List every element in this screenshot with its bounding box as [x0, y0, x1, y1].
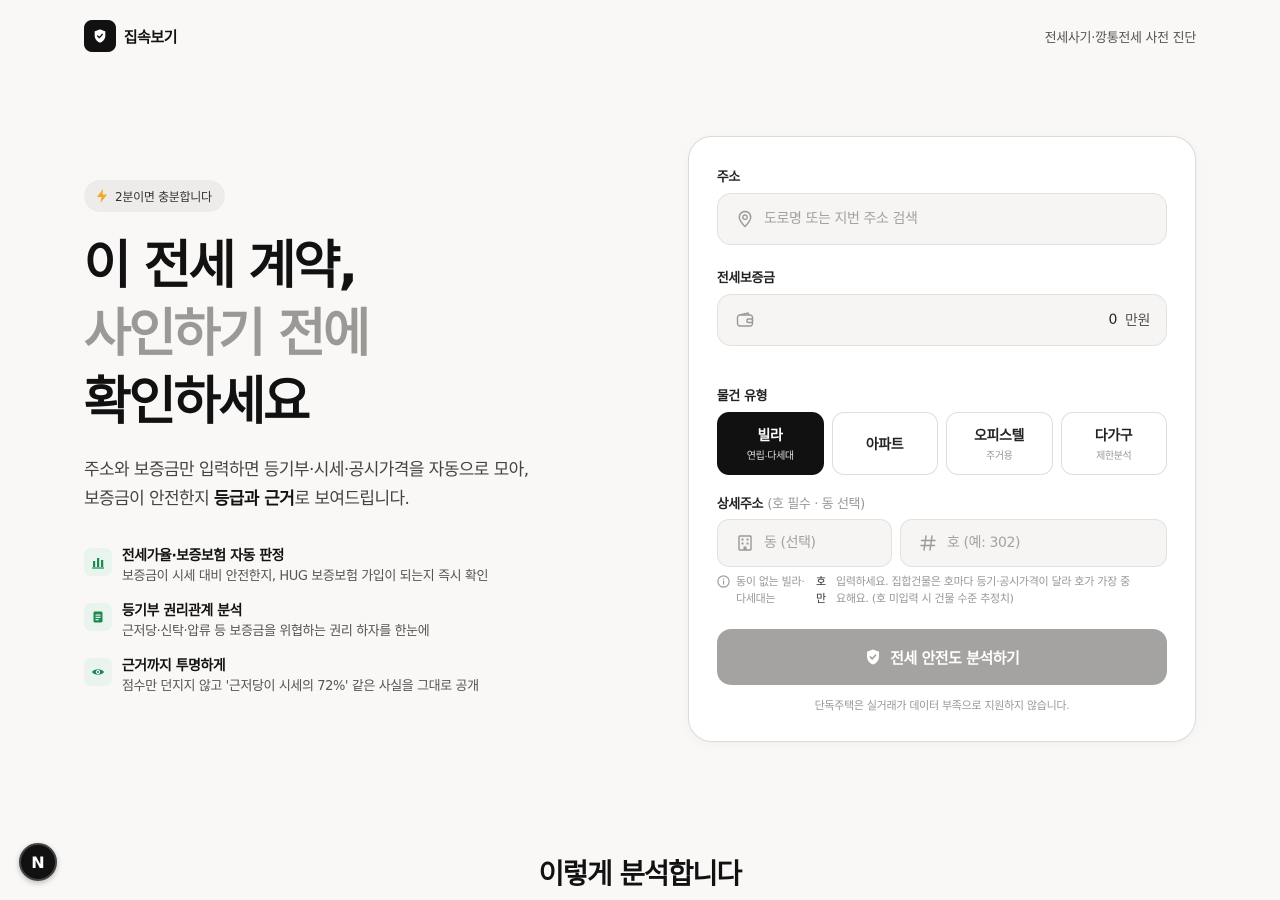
address-label: 주소 [717, 170, 741, 185]
brand[interactable]: 집속보기 [84, 20, 178, 52]
hero-title-line2: 사인하기 전에 [84, 304, 371, 364]
note-part2: 호만 [816, 575, 826, 605]
type-villa-button[interactable]: 빌라 연립·다세대 [717, 412, 824, 475]
feature-title: 전세가율·보증보험 자동 판정 [122, 548, 285, 564]
next-dev-button[interactable]: N [19, 843, 57, 881]
feature-title: 근거까지 투명하게 [122, 658, 226, 674]
deposit-label: 전세보증금 [717, 271, 775, 286]
analyze-button[interactable]: 전세 안전도 분석하기 [717, 629, 1167, 685]
property-type-label: 물건 유형 [717, 389, 768, 404]
shield-logo-icon [84, 20, 116, 52]
form-footnote: 단독주택은 실거래가 데이터 부족으로 지원하지 않습니다. [814, 699, 1070, 712]
analyze-button-label: 전세 안전도 분석하기 [890, 648, 1020, 667]
property-type-group: 빌라 연립·다세대 아파트 오피스텔 주거용 다가구 제한분석 [717, 412, 1167, 475]
header-tagline: 전세사기·깡통전세 사전 진단 [1044, 30, 1197, 46]
address-input[interactable] [764, 211, 1150, 227]
type-sub: 주거용 [986, 451, 1013, 462]
detail-address-note: 동이 없는 빌라·다세대는 호만 입력하세요. 집합건물은 호마다 등기·공시가… [717, 573, 1137, 607]
hero-description: 주소와 보증금만 입력하면 등기부·시세·공시가격을 자동으로 모아, 보증금이… [84, 456, 534, 514]
info-icon [717, 575, 730, 588]
badge-text: 2분이면 충분합니다 [115, 189, 212, 204]
hero-desc-bold: 등급과 근거 [213, 489, 295, 509]
feature-title: 등기부 권리관계 분석 [122, 603, 243, 619]
detail-label-hint: (호 필수 · 동 선택) [767, 497, 865, 512]
dong-field[interactable] [717, 519, 892, 567]
eye-icon [84, 658, 112, 686]
dong-input[interactable] [764, 535, 875, 551]
section-title: 이렇게 분석합니다 [538, 857, 743, 890]
feature-list: 전세가율·보증보험 자동 판정 보증금이 시세 대비 안전한지, HUG 보증보… [84, 546, 554, 711]
type-apartment-button[interactable]: 아파트 [831, 412, 938, 475]
type-sub: 연립·다세대 [746, 451, 794, 462]
address-field[interactable] [717, 193, 1167, 245]
ho-input[interactable] [947, 535, 1150, 551]
detail-address-row [717, 519, 1167, 567]
type-multifamily-button[interactable]: 다가구 제한분석 [1060, 412, 1167, 475]
deposit-field[interactable]: 만원 [717, 294, 1167, 346]
type-name: 오피스텔 [974, 427, 1025, 443]
analysis-form-card: 주소 전세보증금 만원 물건 유형 빌라 연립·다세대 아파트 오피스텔 주거용… [688, 136, 1196, 742]
location-pin-icon [736, 210, 754, 228]
wallet-icon [736, 311, 754, 329]
type-name: 빌라 [757, 427, 783, 443]
type-sub: 제한분석 [1096, 451, 1132, 462]
feature-item: 전세가율·보증보험 자동 판정 보증금이 시세 대비 안전한지, HUG 보증보… [84, 546, 554, 601]
bar-chart-icon [84, 548, 112, 576]
time-badge: 2분이면 충분합니다 [84, 180, 225, 212]
feature-item: 등기부 권리관계 분석 근저당·신탁·압류 등 보증금을 위협하는 권리 하자를… [84, 601, 554, 656]
feature-desc: 보증금이 시세 대비 안전한지, HUG 보증보험 가입이 되는지 즉시 확인 [122, 569, 489, 584]
deposit-unit: 만원 [1125, 313, 1150, 329]
hero-desc-part2: 로 보여드립니다. [294, 489, 410, 509]
feature-desc: 점수만 던지지 않고 '근저당이 시세의 72%' 같은 사실을 그대로 공개 [122, 679, 479, 694]
brand-name: 집속보기 [124, 27, 178, 46]
document-icon [84, 603, 112, 631]
feature-item: 근거까지 투명하게 점수만 던지지 않고 '근저당이 시세의 72%' 같은 사… [84, 656, 554, 711]
hero-title-line3: 확인하세요 [84, 372, 311, 432]
note-part3: 입력하세요. 집합건물은 호마다 등기·공시가격이 달라 호가 가장 중요해요.… [836, 575, 1130, 605]
type-name: 다가구 [1095, 427, 1133, 443]
detail-address-label: 상세주소 (호 필수 · 동 선택) [717, 493, 865, 512]
ho-field[interactable] [900, 519, 1167, 567]
deposit-input[interactable] [764, 312, 1118, 328]
hero-title: 이 전세 계약, 사인하기 전에 확인하세요 [84, 232, 371, 436]
type-officetel-button[interactable]: 오피스텔 주거용 [946, 412, 1053, 475]
shield-check-icon [867, 649, 880, 665]
feature-desc: 근저당·신탁·압류 등 보증금을 위협하는 권리 하자를 한눈에 [122, 624, 430, 639]
building-icon [736, 534, 754, 552]
type-name: 아파트 [866, 435, 904, 452]
lightning-icon [97, 189, 107, 203]
hero-title-line1: 이 전세 계약, [84, 236, 358, 296]
note-part1: 동이 없는 빌라·다세대는 [736, 575, 805, 605]
hash-icon [919, 534, 937, 552]
detail-label-text: 상세주소 [717, 497, 764, 512]
top-header: 집속보기 전세사기·깡통전세 사전 진단 [84, 20, 1196, 52]
